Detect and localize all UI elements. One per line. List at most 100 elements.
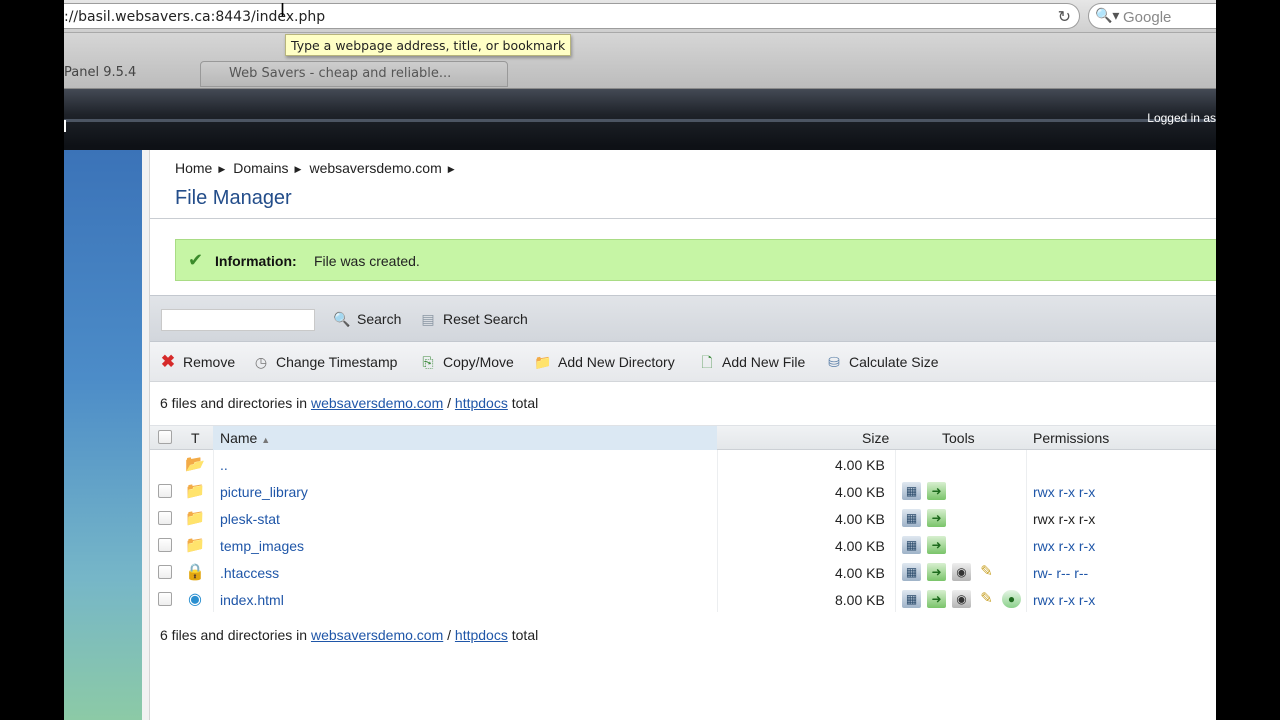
copy-move-icon[interactable]: ➜ (927, 590, 946, 608)
path-separator: / (447, 627, 452, 643)
row-checkbox[interactable] (158, 484, 172, 498)
select-all-checkbox[interactable] (158, 430, 172, 444)
row-tools: ▦ ➜ ◉ ✎ (902, 563, 996, 581)
summary-suffix: total (511, 395, 539, 411)
folder-up-icon[interactable]: 📂 (185, 454, 205, 474)
reload-icon[interactable]: ↻ (1058, 7, 1071, 27)
magnifier-icon: 🔍 (333, 311, 351, 327)
httpdocs-link[interactable]: httpdocs (455, 627, 508, 643)
domain-link[interactable]: websaversdemo.com (311, 627, 443, 643)
file-name-link[interactable]: picture_library (220, 484, 308, 500)
table-row: 📁 plesk-stat 4.00 KB ▦ ➜ rwx r-x r-x (150, 505, 1216, 532)
url-text[interactable]: ://basil.websavers.ca:8443/index.php (64, 9, 325, 25)
info-text: File was created. (314, 253, 420, 269)
copy-move-icon[interactable]: ➜ (927, 509, 946, 527)
row-checkbox[interactable] (158, 511, 172, 525)
breadcrumb-domain[interactable]: websaversdemo.com (309, 160, 441, 176)
pencil-edit-icon[interactable]: ✎ (977, 590, 996, 608)
properties-icon[interactable]: ▦ (902, 590, 921, 608)
properties-icon[interactable]: ▦ (902, 563, 921, 581)
change-timestamp-button[interactable]: ◷ Change Timestamp (252, 353, 398, 371)
summary-top: 6 files and directories in websaversdemo… (160, 395, 538, 411)
view-icon[interactable]: ◉ (952, 563, 971, 581)
copy-move-button[interactable]: ⎘ Copy/Move (419, 353, 513, 371)
header-divider (64, 119, 1216, 122)
breadcrumb-home[interactable]: Home (175, 160, 212, 176)
file-name-link[interactable]: index.html (220, 592, 284, 608)
clock-icon: ◷ (254, 354, 268, 370)
column-type[interactable]: T (191, 430, 200, 446)
mouse-cursor-icon: I (280, 0, 286, 20)
browser-search-field[interactable]: 🔍▾ Google (1088, 3, 1216, 29)
copy-move-icon[interactable]: ➜ (927, 482, 946, 500)
remove-button[interactable]: ✖ Remove (159, 353, 235, 371)
title-divider (150, 218, 1216, 219)
copy-move-icon[interactable]: ➜ (927, 536, 946, 554)
file-size: 4.00 KB (835, 457, 885, 473)
folder-icon: 📁 (185, 483, 205, 500)
table-row: 🔒 .htaccess 4.00 KB ▦ ➜ ◉ ✎ rw- r-- r-- (150, 559, 1216, 586)
row-tools: ▦ ➜ (902, 509, 946, 527)
tab-plesk[interactable]: Panel 9.5.4 (64, 62, 200, 86)
pencil-edit-icon[interactable]: ✎ (977, 563, 996, 581)
breadcrumb-domains[interactable]: Domains (233, 160, 288, 176)
table-row: 📁 temp_images 4.00 KB ▦ ➜ rwx r-x r-x (150, 532, 1216, 559)
add-file-button[interactable]: 🗋 Add New File (698, 353, 805, 371)
httpdocs-link[interactable]: httpdocs (455, 395, 508, 411)
copy-move-icon[interactable]: ➜ (927, 563, 946, 581)
breadcrumb-arrow-icon: ▶ (218, 164, 226, 174)
sort-ascending-icon: ▲ (261, 435, 271, 445)
address-bar[interactable]: ://basil.websavers.ca:8443/index.php ↻ (64, 3, 1080, 29)
file-name-link[interactable]: .htaccess (220, 565, 279, 581)
properties-icon[interactable]: ▦ (902, 536, 921, 554)
html-editor-icon[interactable]: ● (1002, 590, 1021, 608)
new-folder-icon: 📁 (534, 354, 552, 370)
file-size: 4.00 KB (835, 484, 885, 500)
disk-icon: ⛁ (828, 354, 840, 370)
permissions-link[interactable]: rwx r-x r-x (1033, 484, 1095, 500)
column-size[interactable]: Size (862, 430, 889, 446)
new-file-icon: 🗋 (701, 354, 713, 370)
calculate-size-button[interactable]: ⛁ Calculate Size (825, 353, 938, 371)
info-label: Information: (215, 253, 297, 269)
row-checkbox[interactable] (158, 538, 172, 552)
table-header: T Name ▲ Size Tools Permissions (150, 425, 1216, 450)
search-icon: 🔍▾ (1095, 7, 1120, 23)
summary-suffix: total (511, 627, 539, 643)
change-timestamp-label: Change Timestamp (276, 354, 398, 370)
properties-icon[interactable]: ▦ (902, 482, 921, 500)
address-tooltip: Type a webpage address, title, or bookma… (285, 34, 572, 56)
locked-file-icon: 🔒 (185, 564, 205, 581)
row-tools: ▦ ➜ (902, 482, 946, 500)
table-row: 📂 .. 4.00 KB (150, 451, 1216, 478)
row-tools: ▦ ➜ (902, 536, 946, 554)
search-input[interactable] (161, 309, 315, 331)
permissions-link[interactable]: rwx r-x r-x (1033, 592, 1095, 608)
view-icon[interactable]: ◉ (952, 590, 971, 608)
column-name-label: Name (220, 430, 258, 446)
file-name-link[interactable]: .. (220, 457, 228, 473)
add-directory-button[interactable]: 📁 Add New Directory (534, 353, 674, 371)
file-name-link[interactable]: temp_images (220, 538, 304, 554)
reset-search-button[interactable]: ▤ Reset Search (419, 310, 527, 328)
file-name-link[interactable]: plesk-stat (220, 511, 280, 527)
row-checkbox[interactable] (158, 592, 172, 606)
left-navigation[interactable] (64, 150, 142, 720)
column-name[interactable]: Name ▲ (220, 430, 270, 446)
permissions-link[interactable]: rwx r-x r-x (1033, 538, 1095, 554)
folder-icon: 📁 (185, 537, 205, 554)
reset-icon: ▤ (421, 311, 435, 327)
sorted-column-highlight (213, 426, 717, 450)
column-permissions[interactable]: Permissions (1033, 430, 1109, 446)
search-button[interactable]: 🔍 Search (333, 310, 401, 328)
permissions-link[interactable]: rw- r-- r-- (1033, 565, 1088, 581)
summary-bottom: 6 files and directories in websaversdemo… (160, 627, 538, 643)
tab-websavers[interactable]: Web Savers - cheap and reliable... (200, 61, 508, 87)
properties-icon[interactable]: ▦ (902, 509, 921, 527)
copy-move-icon: ⎘ (422, 354, 434, 370)
row-checkbox[interactable] (158, 565, 172, 579)
file-size: 4.00 KB (835, 538, 885, 554)
file-size: 4.00 KB (835, 565, 885, 581)
domain-link[interactable]: websaversdemo.com (311, 395, 443, 411)
html-file-icon: ◉ (188, 591, 202, 608)
